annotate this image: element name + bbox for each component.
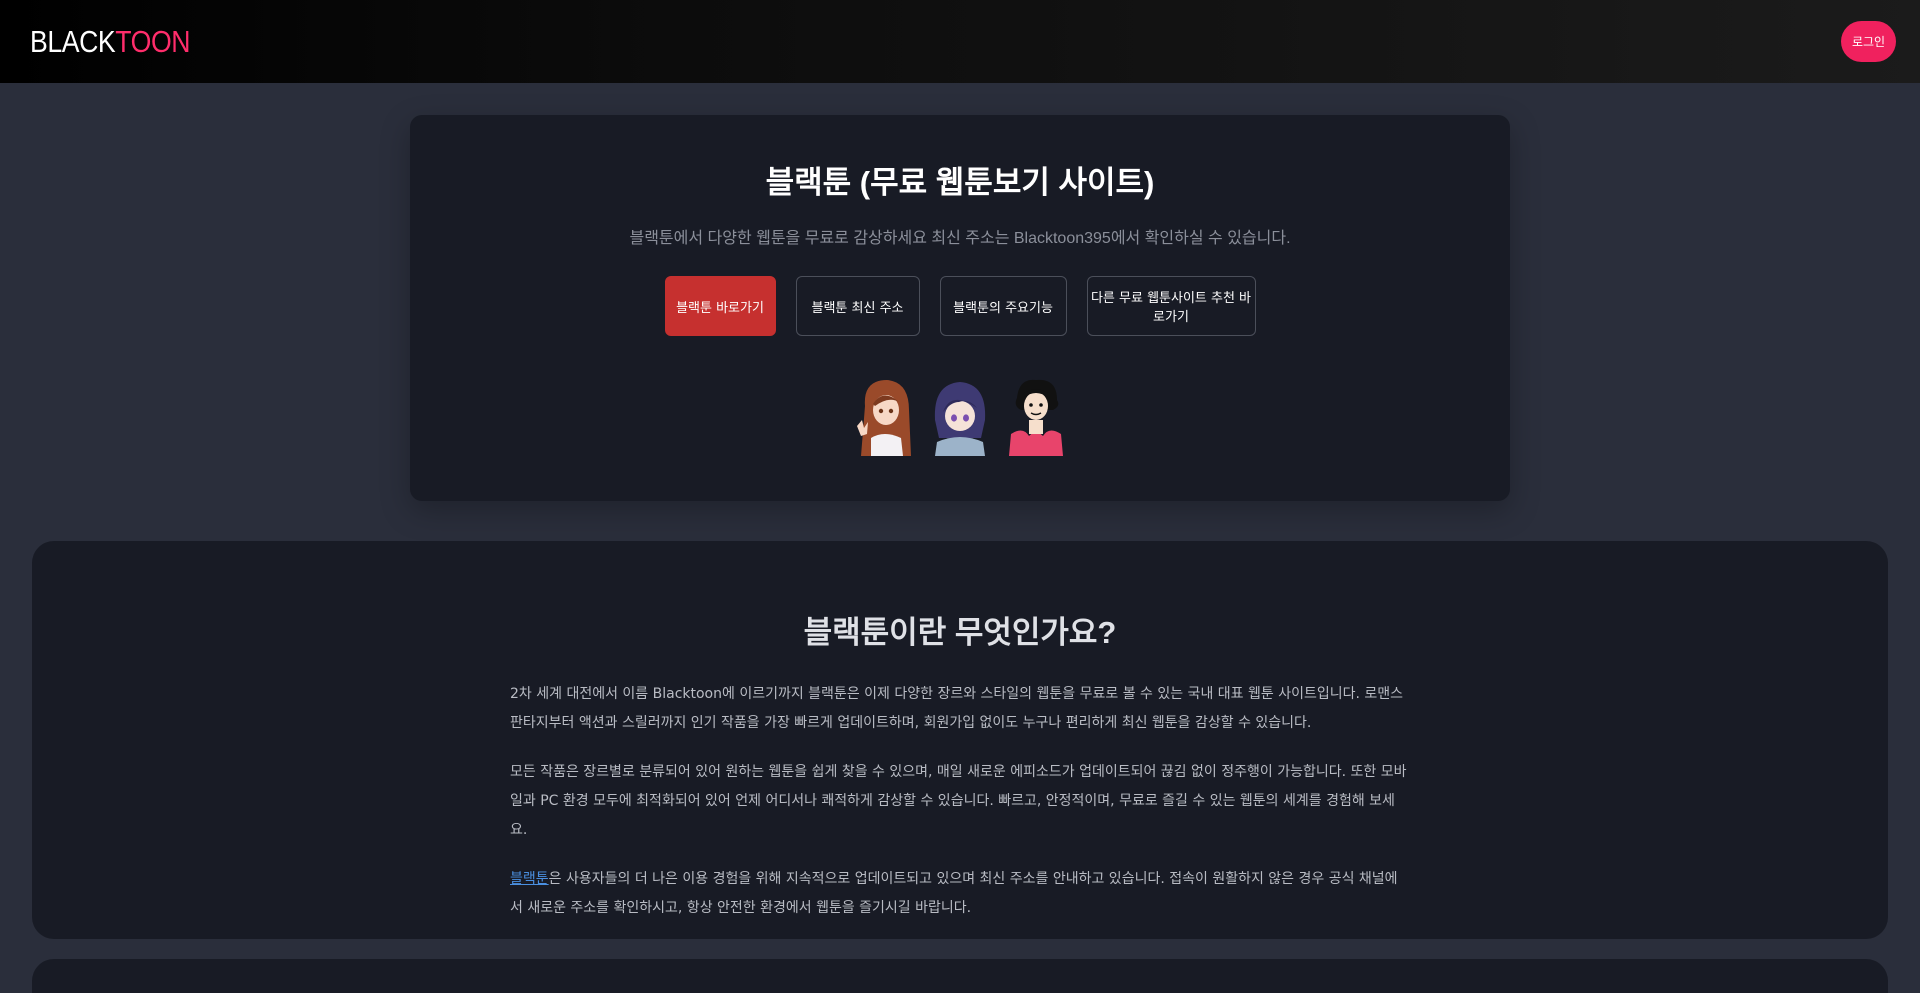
- about-title: 블랙툰이란 무엇인가요?: [803, 615, 1117, 650]
- character-avatars: [410, 376, 1510, 456]
- about-paragraph-3-text: 은 사용자들의 더 나은 이용 경험을 위해 지속적으로 업데이트되고 있으며 …: [510, 871, 1398, 916]
- character-avatar-curly-hair: [1005, 376, 1067, 456]
- logo-black: BLACK: [30, 23, 116, 59]
- site-logo[interactable]: BLACK TOON: [30, 23, 191, 60]
- hero-subtitle: 블랙툰에서 다양한 웹툰을 무료로 감상하세요 최신 주소는 Blacktoon…: [629, 230, 1291, 247]
- go-blacktoon-button[interactable]: 블랙툰 바로가기: [664, 276, 776, 336]
- character-avatar-brown-hair: [853, 376, 915, 456]
- top-bar: BLACK TOON 로그인: [0, 0, 1920, 83]
- blacktoon-link[interactable]: 블랙툰: [510, 871, 549, 887]
- hero-button-row: 블랙툰 바로가기 블랙툰 최신 주소 블랙툰의 주요기능 다른 무료 웹툰사이트…: [410, 276, 1510, 336]
- hero-card: 블랙툰 (무료 웹툰보기 사이트) 블랙툰에서 다양한 웹툰을 무료로 감상하세…: [410, 115, 1510, 501]
- about-paragraph-3: 블랙툰은 사용자들의 더 나은 이용 경험을 위해 지속적으로 업데이트되고 있…: [510, 865, 1410, 923]
- about-paragraph-2: 모든 작품은 장르별로 분류되어 있어 원하는 웹툰을 쉽게 찾을 수 있으며,…: [510, 764, 1407, 838]
- next-section-card: [32, 959, 1888, 993]
- logo-toon: TOON: [115, 23, 191, 59]
- about-body: 2차 세계 대전에서 이름 Blacktoon에 이르기까지 블랙툰은 이제 다…: [510, 680, 1410, 923]
- main-features-button[interactable]: 블랙툰의 주요기능: [939, 276, 1067, 336]
- other-sites-button[interactable]: 다른 무료 웹툰사이트 추천 바로가기: [1086, 276, 1256, 336]
- hero-title: 블랙툰 (무료 웹툰보기 사이트): [765, 165, 1155, 200]
- login-button[interactable]: 로그인: [1841, 21, 1896, 62]
- about-section: 블랙툰이란 무엇인가요? 2차 세계 대전에서 이름 Blacktoon에 이르…: [32, 541, 1888, 939]
- character-avatar-purple-hair: [929, 376, 991, 456]
- about-paragraph-1: 2차 세계 대전에서 이름 Blacktoon에 이르기까지 블랙툰은 이제 다…: [510, 686, 1404, 731]
- latest-address-button[interactable]: 블랙툰 최신 주소: [795, 276, 920, 336]
